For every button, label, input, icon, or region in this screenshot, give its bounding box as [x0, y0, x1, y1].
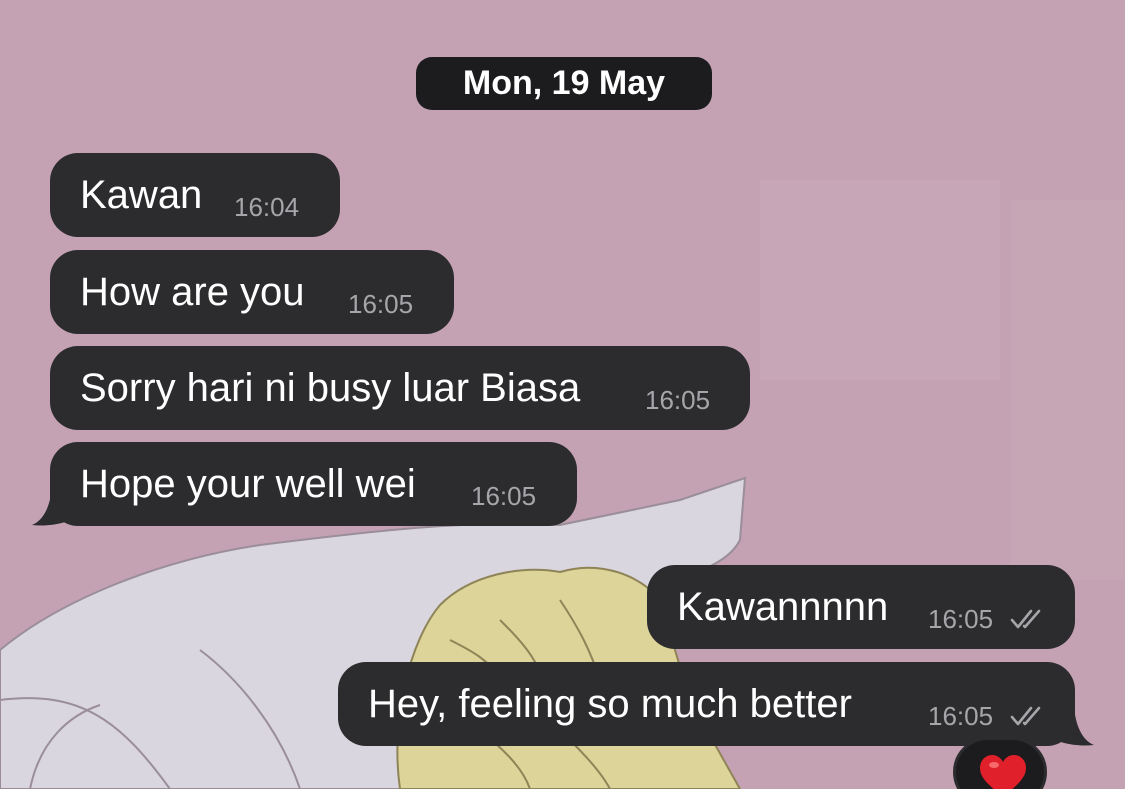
message-time: 16:04 [234, 192, 300, 222]
outgoing-message[interactable]: Kawannnnn 16:05 [647, 565, 1075, 649]
message-text: How are you [80, 270, 305, 314]
date-separator: Mon, 19 May [416, 57, 712, 110]
incoming-message[interactable]: How are you 16:05 [50, 250, 454, 334]
message-text: Hope your well wei [80, 462, 416, 506]
incoming-message[interactable]: Kawan 16:04 [50, 153, 340, 237]
message-text: Kawannnnn [677, 585, 889, 629]
read-receipt-icon [1010, 609, 1041, 629]
message-time: 16:05 [348, 289, 414, 319]
message-text: Kawan [80, 173, 203, 217]
incoming-message[interactable]: Sorry hari ni busy luar Biasa 16:05 [50, 346, 750, 430]
message-reaction[interactable] [953, 737, 1047, 789]
message-time: 16:05 [928, 701, 994, 731]
red-heart-icon [980, 755, 1026, 789]
read-receipt-icon [1010, 706, 1041, 726]
message-text: Sorry hari ni busy luar Biasa [80, 366, 581, 410]
message-time: 16:05 [645, 385, 711, 415]
message-time: 16:05 [928, 604, 994, 634]
outgoing-message[interactable]: Hey, feeling so much better 16:05 [338, 662, 1075, 746]
incoming-message[interactable]: Hope your well wei 16:05 [50, 442, 577, 526]
date-label: Mon, 19 May [462, 64, 666, 102]
message-text: Hey, feeling so much better [368, 682, 852, 726]
message-time: 16:05 [471, 481, 537, 511]
